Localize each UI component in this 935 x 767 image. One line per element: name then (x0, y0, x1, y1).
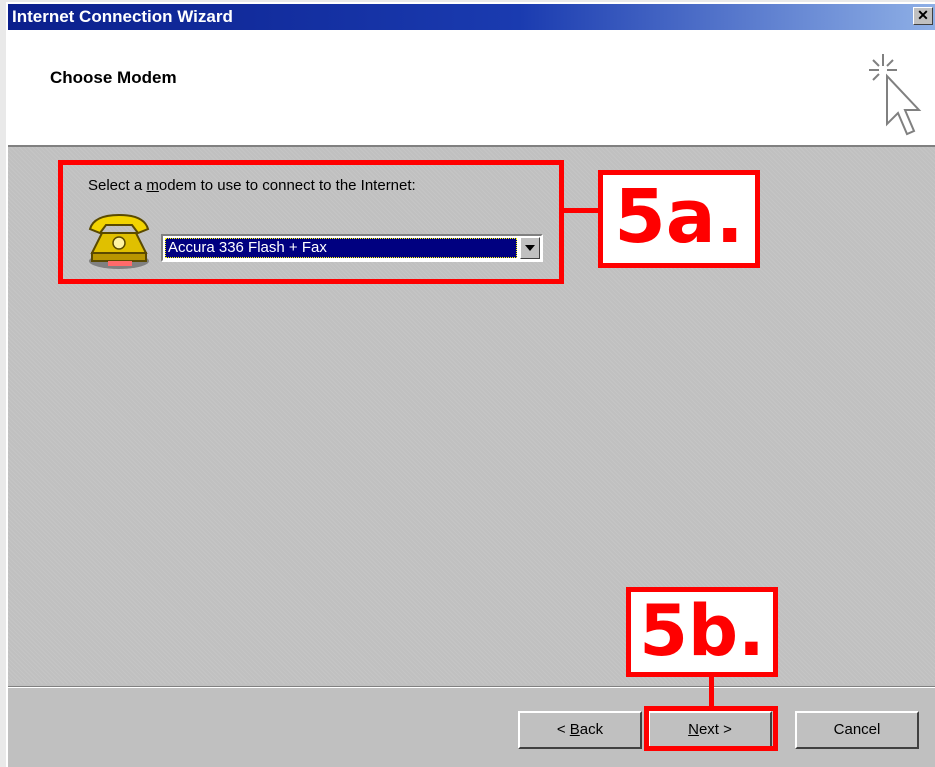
close-icon: ✕ (917, 7, 929, 23)
sparkle-cursor-icon (869, 54, 922, 136)
callout-5a-connector (562, 208, 602, 213)
title-bar[interactable]: Internet Connection Wizard ✕ (8, 4, 935, 30)
wizard-header: Choose Modem (8, 30, 935, 147)
cancel-button[interactable]: Cancel (795, 711, 919, 749)
close-button[interactable]: ✕ (913, 7, 933, 25)
callout-5a-box (58, 160, 564, 284)
callout-5b-label: 5b. (626, 587, 778, 677)
callout-5b-box (644, 706, 778, 751)
back-button[interactable]: < Back (518, 711, 642, 749)
callout-5a-label: 5a. (598, 170, 760, 268)
button-separator (8, 686, 935, 688)
wizard-window: Internet Connection Wizard ✕ Choose Mode… (6, 2, 935, 767)
page-title: Choose Modem (50, 68, 177, 87)
window-title: Internet Connection Wizard (12, 7, 233, 26)
